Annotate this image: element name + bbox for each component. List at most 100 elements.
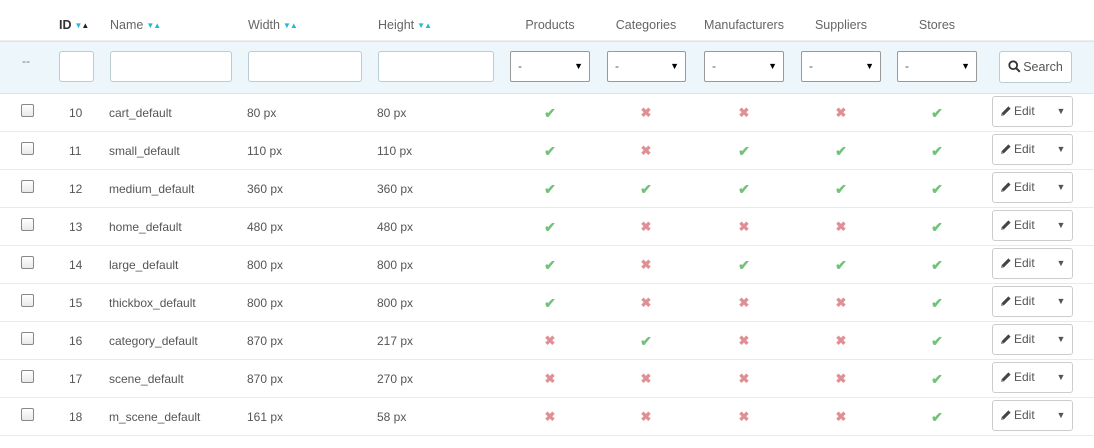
- edit-button[interactable]: Edit: [993, 97, 1043, 126]
- cell-products: ✔: [505, 132, 595, 170]
- cell-products: ✔: [505, 170, 595, 208]
- cell-id: 15: [69, 296, 83, 310]
- cell-height: 217 px: [377, 334, 414, 348]
- pencil-icon: [1001, 144, 1011, 154]
- column-header-height[interactable]: Height ▼▲: [378, 0, 432, 41]
- edit-button-group: Edit ▼: [992, 400, 1073, 431]
- cell-id: 18: [69, 410, 83, 424]
- cell-height: 270 px: [377, 372, 414, 386]
- products-filter-select[interactable]: - ▼: [510, 51, 590, 82]
- edit-button[interactable]: Edit: [993, 211, 1043, 240]
- row-checkbox[interactable]: [21, 294, 34, 307]
- categories-filter-select[interactable]: - ▼: [607, 51, 686, 82]
- pencil-icon: [1001, 106, 1011, 116]
- cell-id: 10: [69, 106, 83, 120]
- cross-icon: ✖: [544, 371, 556, 386]
- cross-icon: ✖: [738, 409, 750, 424]
- column-header-manufacturers: Manufacturers: [704, 18, 784, 32]
- caret-down-icon[interactable]: ▼: [1049, 97, 1073, 126]
- edit-button[interactable]: Edit: [993, 173, 1043, 202]
- table-row: 14 large_default 800 px 800 px ✔ ✖ ✔ ✔ ✔ Edit ▼: [0, 246, 1094, 284]
- cell-products: ✖: [505, 360, 595, 398]
- cell-name: scene_default: [109, 372, 184, 386]
- cell-width: 110 px: [247, 144, 283, 158]
- caret-down-icon[interactable]: ▼: [1049, 363, 1073, 392]
- cell-manufacturers: ✖: [698, 360, 790, 398]
- cell-width: 870 px: [247, 372, 284, 386]
- edit-button[interactable]: Edit: [993, 135, 1043, 164]
- cell-height: 110 px: [377, 144, 413, 158]
- manufacturers-filter-select[interactable]: - ▼: [704, 51, 784, 82]
- caret-down-icon[interactable]: ▼: [1049, 325, 1073, 354]
- cell-products: ✔: [505, 208, 595, 246]
- cell-categories: ✖: [601, 246, 691, 284]
- edit-button[interactable]: Edit: [993, 287, 1043, 316]
- cell-suppliers: ✖: [795, 284, 887, 322]
- check-icon: ✔: [835, 257, 847, 273]
- cell-name: m_scene_default: [109, 410, 201, 424]
- cross-icon: ✖: [835, 333, 847, 348]
- row-checkbox[interactable]: [21, 218, 34, 231]
- table-row: 18 m_scene_default 161 px 58 px ✖ ✖ ✖ ✖ ✔ Edit ▼: [0, 398, 1094, 436]
- height-filter-input[interactable]: [378, 51, 494, 82]
- suppliers-filter-select[interactable]: - ▼: [801, 51, 881, 82]
- cell-manufacturers: ✖: [698, 94, 790, 132]
- row-checkbox[interactable]: [21, 408, 34, 421]
- check-icon: ✔: [640, 181, 652, 197]
- row-checkbox[interactable]: [21, 104, 34, 117]
- sort-asc-icon[interactable]: ▲: [290, 21, 298, 30]
- name-filter-input[interactable]: [110, 51, 232, 82]
- column-header-width[interactable]: Width ▼▲: [248, 0, 298, 41]
- row-checkbox[interactable]: [21, 142, 34, 155]
- caret-down-icon[interactable]: ▼: [1049, 173, 1073, 202]
- edit-button[interactable]: Edit: [993, 401, 1043, 430]
- cell-stores: ✔: [892, 132, 982, 170]
- column-header-id[interactable]: ID ▼▲: [59, 0, 106, 41]
- cell-name: medium_default: [109, 182, 195, 196]
- column-header-name[interactable]: Name ▼▲: [110, 0, 161, 41]
- cross-icon: ✖: [640, 409, 652, 424]
- row-checkbox[interactable]: [21, 332, 34, 345]
- cell-width: 360 px: [247, 182, 284, 196]
- edit-button[interactable]: Edit: [993, 363, 1043, 392]
- cell-manufacturers: ✔: [698, 246, 790, 284]
- cell-width: 161 px: [247, 410, 284, 424]
- check-icon: ✔: [931, 143, 943, 159]
- sort-asc-icon[interactable]: ▲: [81, 21, 89, 30]
- edit-button[interactable]: Edit: [993, 249, 1043, 278]
- check-icon: ✔: [931, 181, 943, 197]
- row-checkbox[interactable]: [21, 180, 34, 193]
- cell-height: 360 px: [377, 182, 414, 196]
- cell-manufacturers: ✖: [698, 398, 790, 436]
- width-filter-input[interactable]: [248, 51, 362, 82]
- sort-asc-icon[interactable]: ▲: [153, 21, 161, 30]
- cell-suppliers: ✖: [795, 208, 887, 246]
- check-icon: ✔: [931, 333, 943, 349]
- sort-desc-icon[interactable]: ▼: [283, 21, 291, 30]
- cell-categories: ✖: [601, 284, 691, 322]
- row-checkbox[interactable]: [21, 256, 34, 269]
- caret-down-icon[interactable]: ▼: [1049, 135, 1073, 164]
- sort-asc-icon[interactable]: ▲: [424, 21, 432, 30]
- cell-id: 16: [69, 334, 83, 348]
- edit-button-group: Edit ▼: [992, 96, 1073, 127]
- edit-button[interactable]: Edit: [993, 325, 1043, 354]
- caret-down-icon[interactable]: ▼: [1049, 401, 1073, 430]
- caret-down-icon[interactable]: ▼: [1049, 287, 1073, 316]
- cell-manufacturers: ✖: [698, 322, 790, 360]
- caret-down-icon[interactable]: ▼: [1049, 249, 1073, 278]
- search-button[interactable]: Search: [999, 51, 1072, 83]
- id-filter-input[interactable]: [59, 51, 94, 82]
- cell-name: home_default: [109, 220, 182, 234]
- check-icon: ✔: [835, 143, 847, 159]
- table-row: 15 thickbox_default 800 px 800 px ✔ ✖ ✖ ✖ ✔ Edit ▼: [0, 284, 1094, 322]
- row-checkbox[interactable]: [21, 370, 34, 383]
- caret-down-icon[interactable]: ▼: [1049, 211, 1073, 240]
- cell-width: 480 px: [247, 220, 284, 234]
- cross-icon: ✖: [640, 105, 652, 120]
- edit-button-group: Edit ▼: [992, 134, 1073, 165]
- check-icon: ✔: [544, 105, 556, 121]
- table-row: 17 scene_default 870 px 270 px ✖ ✖ ✖ ✖ ✔ Edit ▼: [0, 360, 1094, 398]
- stores-filter-select[interactable]: - ▼: [897, 51, 977, 82]
- column-header-stores: Stores: [918, 18, 956, 32]
